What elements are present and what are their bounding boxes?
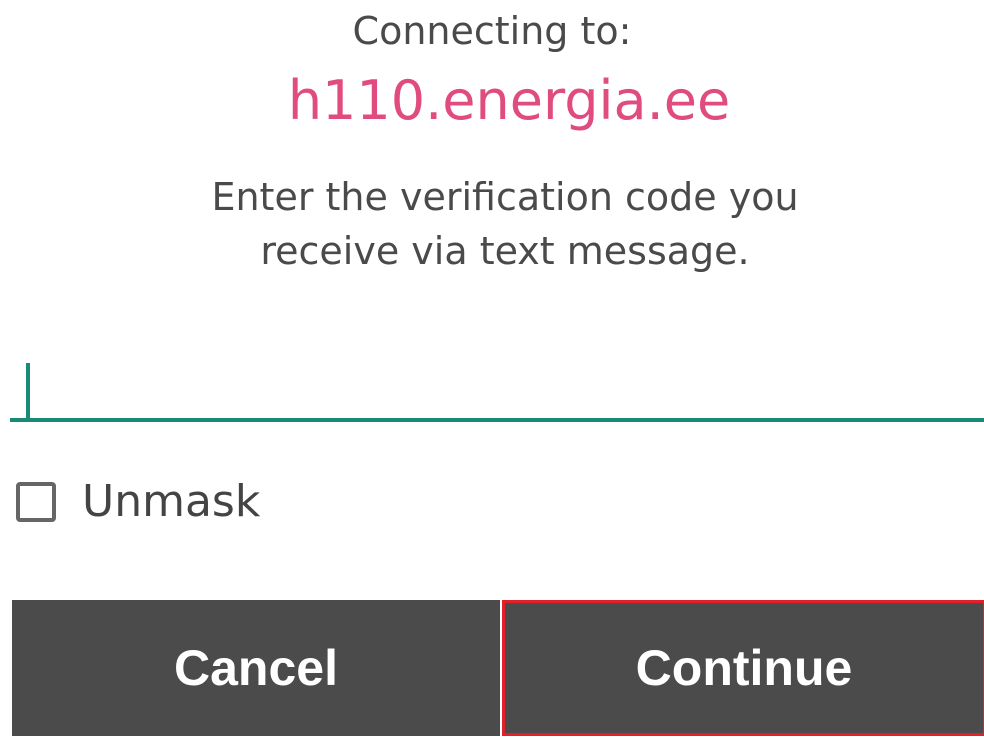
verification-code-input[interactable]: [10, 355, 984, 419]
action-buttons: Cancel Continue: [12, 600, 984, 738]
unmask-toggle[interactable]: Unmask: [16, 470, 260, 534]
instructions-line-1: Enter the verification code you: [211, 175, 799, 219]
unmask-label: Unmask: [82, 476, 261, 527]
connecting-label: Connecting to:: [352, 9, 632, 53]
instructions-line-2: receive via text message.: [260, 229, 750, 273]
continue-button[interactable]: Continue: [502, 600, 984, 736]
unmask-checkbox[interactable]: [16, 482, 56, 522]
cancel-button[interactable]: Cancel: [12, 600, 500, 736]
input-underline: [10, 418, 984, 422]
text-caret: [26, 363, 30, 421]
instructions-text: Enter the verification code you receive …: [0, 170, 984, 278]
server-host: h110.energia.ee: [287, 69, 731, 132]
verification-code-field[interactable]: [10, 355, 984, 423]
